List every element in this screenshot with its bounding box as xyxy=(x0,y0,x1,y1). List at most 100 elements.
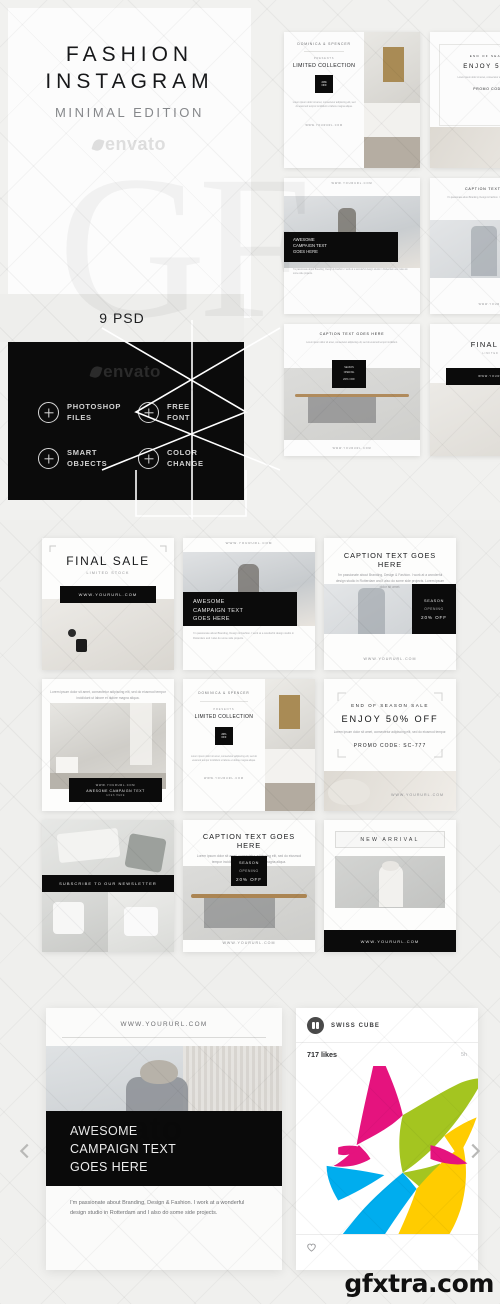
cover-subtitle: MINIMAL EDITION xyxy=(54,104,205,120)
psd-count-bar: 9 PSD xyxy=(0,294,244,342)
card-url: WWW.YOURURL.COM xyxy=(222,941,276,945)
template-grid: FINAL SALE LIMITED STOCK WWW.YOURURL.COM… xyxy=(42,538,456,952)
envato-watermark-dark: envato xyxy=(8,362,244,382)
gfxtra-watermark: gfxtra.com xyxy=(344,1269,494,1298)
instagram-card[interactable]: SWISS CUBE 717 likes 5h xyxy=(296,1008,478,1270)
card-url: WWW.YOURURL.COM xyxy=(95,783,136,787)
template-grid-block: FINAL SALE LIMITED STOCK WWW.YOURURL.COM… xyxy=(0,520,500,990)
feature-label: PHOTOSHOP FILES xyxy=(67,402,122,422)
features-grid: PHOTOSHOP FILES FREE FONT SMART OBJECTS COL… xyxy=(38,402,230,470)
instagram-footer xyxy=(296,1234,478,1263)
thumb-caption-hangers[interactable]: CAPTION TEXT GOES HERE Lorem ipsum dolor… xyxy=(284,324,420,456)
features-panel: envato PHOTOSHOP FILES FREE FONT SMART OBJE… xyxy=(8,342,244,500)
card-awesome-campaign[interactable]: WWW.YOURURL.COM AWESOME CAMPAIGN TEXT GOES… xyxy=(183,538,315,670)
card-newsletter[interactable]: SUBSCRIBE TO OUR NEWSLETTER xyxy=(42,820,174,952)
chevron-left-icon[interactable] xyxy=(14,1140,36,1162)
plus-icon xyxy=(138,402,159,424)
card-title: AWESOME CAMPAIGN TEXT xyxy=(86,788,145,793)
feature-label: COLOR CHANGE xyxy=(167,447,204,468)
chip-discount: 20% OFF xyxy=(236,876,262,882)
thumb-title: LIMITED COLLECTION xyxy=(292,63,356,69)
instagram-likes: 717 likes xyxy=(307,1050,337,1059)
showcase-caption: I'm passionate about Branding, Design & … xyxy=(70,1200,245,1217)
chip-line-2: OPENING xyxy=(239,868,259,873)
card-url-bar: WWW.YOURURL.COM xyxy=(324,930,456,952)
plus-icon xyxy=(138,448,159,470)
headline-line-1: AWESOME xyxy=(70,1123,138,1138)
heart-icon[interactable] xyxy=(306,1242,317,1253)
card-eyebrow: END OF SEASON SALE xyxy=(351,703,429,708)
thumb-awesome-campaign[interactable]: WWW.YOURURL.COM AWESOME CAMPAIGN TEXT GOES… xyxy=(284,178,420,314)
new-arrival-label: NEW ARRIVAL xyxy=(335,831,445,848)
plus-icon xyxy=(38,448,59,470)
card-title: LIMITED COLLECTION xyxy=(194,714,254,720)
newsletter-bar: SUBSCRIBE TO OUR NEWSLETTER xyxy=(42,875,174,893)
card-body: Lorem ipsum dolor sit amet, consectetur … xyxy=(333,730,447,734)
card-presents: PRESENTS xyxy=(213,708,235,711)
thumb-caption-text[interactable]: CAPTION TEXT GOES HERE I'm passionate ab… xyxy=(430,178,500,314)
season-chip: SEASON OPENING 20% OFF xyxy=(412,584,456,634)
title-line-2: INSTAGRAM xyxy=(45,69,214,93)
chip-line-1: SEASON xyxy=(238,860,260,865)
headline-line-3: GOES HERE xyxy=(70,1159,148,1174)
card-interior-campaign[interactable]: Lorem ipsum dolor sit amet, consectetur … xyxy=(42,679,174,811)
headline-line-2: CAMPAIGN TEXT xyxy=(70,1141,177,1156)
card-url: WWW.YOURURL.COM xyxy=(391,793,444,797)
thumb-limited-collection[interactable]: DOMINICA & SPENCER PRESENTS LIMITED COLL… xyxy=(284,32,420,168)
divider xyxy=(62,1037,266,1038)
envato-watermark: envato xyxy=(8,134,251,155)
card-new-arrival[interactable]: NEW ARRIVAL WWW.YOURURL.COM xyxy=(324,820,456,952)
card-caption-hangers[interactable]: CAPTION TEXT GOES HERE Lorem ipsum dolor… xyxy=(183,820,315,952)
psd-count-label: 9 PSD xyxy=(99,310,145,326)
thumbnail-row: CAPTION TEXT GOES HERE Lorem ipsum dolor… xyxy=(284,324,500,456)
feature-item: SMART OBJECTS xyxy=(38,448,130,470)
chip-line-2: OPENING xyxy=(424,606,444,611)
thumb-end-of-season[interactable]: END OF SEASON SALE ENJOY 50% OFF Lorem i… xyxy=(430,32,500,168)
instagram-account: SWISS CUBE xyxy=(331,1022,381,1029)
envato-leaf-icon xyxy=(91,137,105,153)
feature-item: FREE FONT xyxy=(138,402,230,424)
card-final-sale[interactable]: FINAL SALE LIMITED STOCK WWW.YOURURL.COM xyxy=(42,538,174,670)
card-headline: AWESOME CAMPAIGN TEXT GOES HERE xyxy=(193,599,244,623)
card-end-of-season[interactable]: END OF SEASON SALE ENJOY 50% OFF Lorem i… xyxy=(324,679,456,811)
feature-label: FREE FONT xyxy=(167,402,191,422)
card-title: CAPTION TEXT GOES HERE xyxy=(202,832,296,850)
chip-line-1: SEASON xyxy=(423,598,445,603)
feature-item: PHOTOSHOP FILES xyxy=(38,402,130,424)
instagram-meta: 717 likes 5h xyxy=(296,1043,478,1066)
title-line-1: FASHION xyxy=(65,43,194,66)
plus-icon xyxy=(38,402,59,424)
cover-card: FASHION INSTAGRAM MINIMAL EDITION envato xyxy=(8,8,251,318)
card-body: I'm passionate about Branding, Design & … xyxy=(193,632,294,640)
instagram-artwork xyxy=(296,1066,478,1234)
poster-page: FASHION INSTAGRAM MINIMAL EDITION envato… xyxy=(0,0,500,1304)
thumbnail-row: WWW.YOURURL.COM AWESOME CAMPAIGN TEXT GOES… xyxy=(284,178,500,314)
card-brand: DOMINICA & SPENCER xyxy=(198,691,250,695)
card-title: CAPTION TEXT GOES HERE xyxy=(343,551,437,569)
instagram-time: 5h xyxy=(461,1051,467,1058)
card-url: WWW.YOURURL.COM xyxy=(203,776,244,780)
thumb-final-sale[interactable]: FINAL SALE LIMITED STOCK WWW.YOURURL.COM xyxy=(430,324,500,456)
card-title: ENJOY 50% OFF xyxy=(341,714,439,724)
thumb-brand: DOMINICA & SPENCER xyxy=(297,42,351,46)
thumbnail-grid: DOMINICA & SPENCER PRESENTS LIMITED COLL… xyxy=(284,32,500,466)
showcase-headline-panel: AWESOME CAMPAIGN TEXT GOES HERE xyxy=(46,1111,282,1186)
showcase-block: WWW.YOURURL.COM AWESOME CAMPAIGN TEXT GO… xyxy=(0,990,500,1304)
thumb-presents: PRESENTS xyxy=(313,57,335,60)
hero-block: FASHION INSTAGRAM MINIMAL EDITION envato… xyxy=(0,0,500,520)
card-url: WWW.YOURURL.COM xyxy=(363,657,417,661)
feature-item: COLOR CHANGE xyxy=(138,448,230,470)
instagram-header: SWISS CUBE xyxy=(296,1008,478,1042)
card-body: Lorem ipsum dolor sit amet, consectetur … xyxy=(50,690,166,700)
corner-ticks xyxy=(49,545,167,552)
chevron-right-icon[interactable] xyxy=(464,1140,486,1162)
season-chip: SEASON OPENING 20% OFF xyxy=(231,856,267,886)
pause-avatar-icon xyxy=(307,1017,324,1034)
card-limited-collection[interactable]: DOMINICA & SPENCER PRESENTS LIMITED COLL… xyxy=(183,679,315,811)
card-caption-season[interactable]: CAPTION TEXT GOES HERE I'm passionate ab… xyxy=(324,538,456,670)
chip-discount: 20% OFF xyxy=(421,614,447,620)
thumbnail-row: DOMINICA & SPENCER PRESENTS LIMITED COLL… xyxy=(284,32,500,168)
showcase-url: WWW.YOURURL.COM xyxy=(120,1021,208,1028)
card-url: WWW.YOURURL.COM xyxy=(225,541,273,545)
showcase-card[interactable]: WWW.YOURURL.COM AWESOME CAMPAIGN TEXT GO… xyxy=(46,1008,282,1270)
